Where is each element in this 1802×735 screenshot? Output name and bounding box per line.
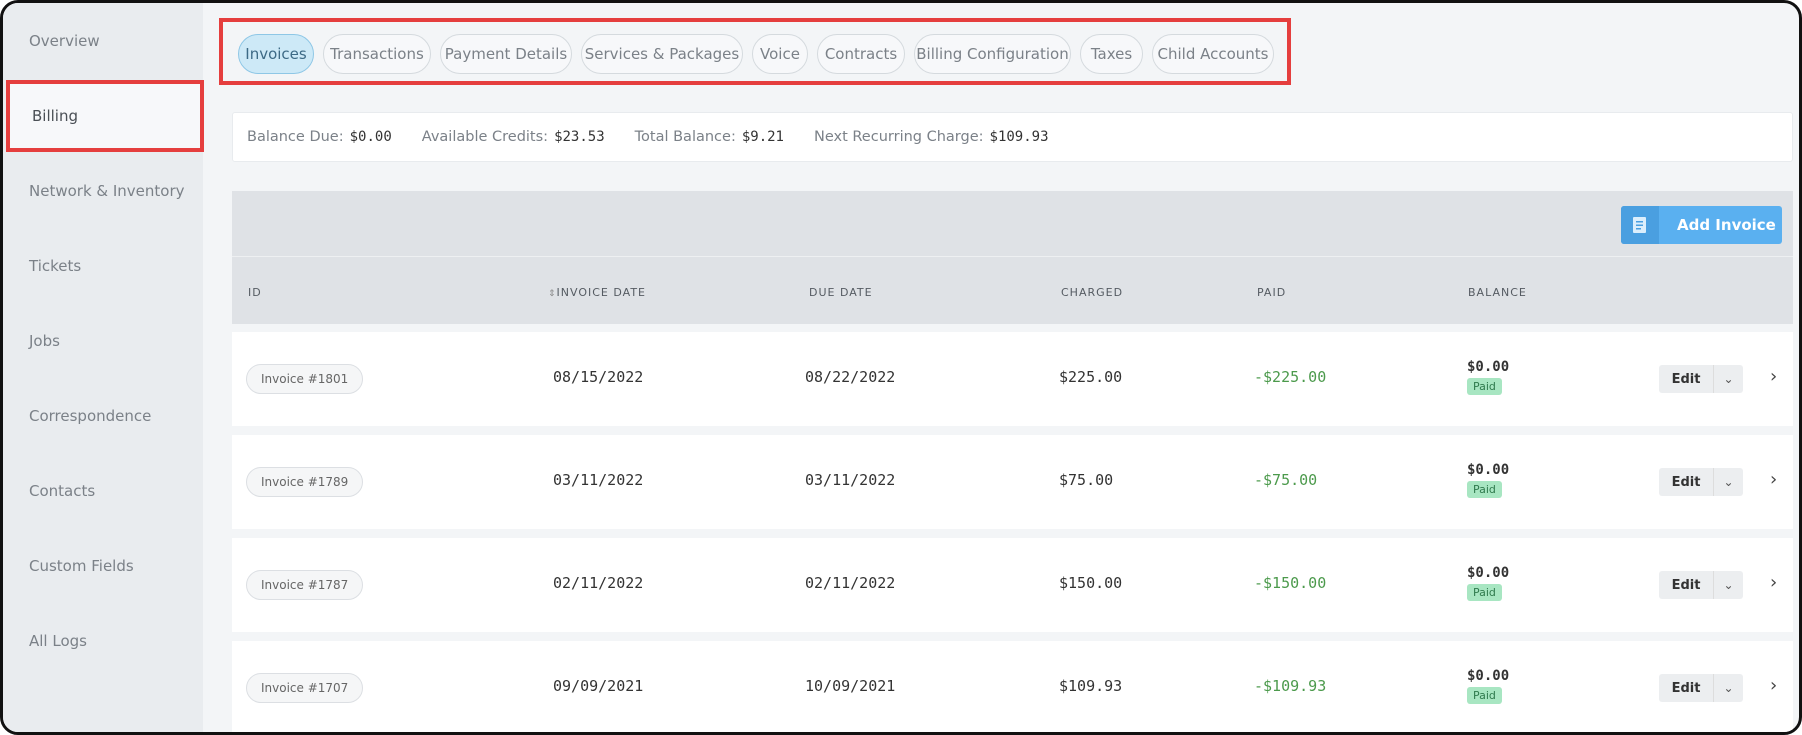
edit-button-group: Edit ⌄ xyxy=(1659,674,1743,702)
column-header-balance[interactable]: BALANCE xyxy=(1468,286,1527,299)
chevron-right-icon[interactable]: › xyxy=(1770,366,1777,387)
sidebar-item-contacts[interactable]: Contacts xyxy=(3,453,203,528)
tab-voice[interactable]: Voice xyxy=(752,34,808,74)
tab-services-packages[interactable]: Services & Packages xyxy=(581,34,743,74)
paid-amount: -$150.00 xyxy=(1254,574,1327,592)
edit-button[interactable]: Edit xyxy=(1659,571,1713,599)
tab-billing-configuration[interactable]: Billing Configuration xyxy=(914,34,1071,74)
balance-amount: $0.00 xyxy=(1467,359,1510,375)
due-date: 02/11/2022 xyxy=(805,574,896,592)
balance-due-value: $0.00 xyxy=(349,129,392,145)
charged-amount: $150.00 xyxy=(1059,574,1123,592)
status-badge: Paid xyxy=(1467,584,1502,601)
chevron-down-icon[interactable]: ⌄ xyxy=(1713,571,1743,599)
invoice-date: 09/09/2021 xyxy=(553,677,644,695)
chevron-right-icon[interactable]: › xyxy=(1770,469,1777,490)
column-header-paid[interactable]: PAID xyxy=(1257,286,1286,299)
sidebar: Overview Billing Network & Inventory Tic… xyxy=(3,3,204,732)
edit-button-group: Edit ⌄ xyxy=(1659,365,1743,393)
total-balance-value: $9.21 xyxy=(741,129,784,145)
add-invoice-button[interactable]: Add Invoice xyxy=(1621,206,1782,244)
next-recurring-label: Next Recurring Charge: xyxy=(814,129,984,145)
invoice-id-pill[interactable]: Invoice #1707 xyxy=(246,673,364,703)
sidebar-item-network-inventory[interactable]: Network & Inventory xyxy=(3,153,203,228)
balance-amount: $0.00 xyxy=(1467,668,1510,684)
balance-cell: $0.00 Paid xyxy=(1467,668,1509,704)
invoice-date: 03/11/2022 xyxy=(553,471,644,489)
balance-due-label: Balance Due: xyxy=(247,129,344,145)
charged-amount: $225.00 xyxy=(1059,368,1123,386)
chevron-right-icon[interactable]: › xyxy=(1770,572,1777,593)
next-recurring-value: $109.93 xyxy=(989,129,1049,145)
table-row[interactable]: Invoice #1789 03/11/2022 03/11/2022 $75.… xyxy=(232,435,1793,529)
tab-transactions[interactable]: Transactions xyxy=(323,34,431,74)
paid-amount: -$75.00 xyxy=(1254,471,1318,489)
sidebar-item-correspondence[interactable]: Correspondence xyxy=(3,378,203,453)
column-header-invoice-date[interactable]: ⇕INVOICE DATE xyxy=(548,286,646,299)
header-divider xyxy=(232,256,1793,257)
paid-amount: -$225.00 xyxy=(1254,368,1327,386)
charged-amount: $109.93 xyxy=(1059,677,1123,695)
sidebar-item-jobs[interactable]: Jobs xyxy=(3,303,203,378)
sort-icon: ⇕ xyxy=(548,289,557,299)
invoice-table-header: Add Invoice ID ⇕INVOICE DATE DUE DATE CH… xyxy=(232,191,1793,324)
tab-contracts[interactable]: Contracts xyxy=(817,34,905,74)
due-date: 10/09/2021 xyxy=(805,677,896,695)
edit-button[interactable]: Edit xyxy=(1659,674,1713,702)
column-header-charged[interactable]: CHARGED xyxy=(1061,286,1123,299)
table-row[interactable]: Invoice #1801 08/15/2022 08/22/2022 $225… xyxy=(232,332,1793,426)
status-badge: Paid xyxy=(1467,378,1502,395)
chevron-down-icon[interactable]: ⌄ xyxy=(1713,365,1743,393)
invoice-date: 08/15/2022 xyxy=(553,368,644,386)
balance-cell: $0.00 Paid xyxy=(1467,359,1509,395)
sidebar-item-all-logs[interactable]: All Logs xyxy=(3,603,203,678)
chevron-down-icon[interactable]: ⌄ xyxy=(1713,468,1743,496)
invoice-date: 02/11/2022 xyxy=(553,574,644,592)
edit-button[interactable]: Edit xyxy=(1659,468,1713,496)
column-header-id[interactable]: ID xyxy=(248,286,262,299)
chevron-right-icon[interactable]: › xyxy=(1770,675,1777,696)
invoice-id-pill[interactable]: Invoice #1801 xyxy=(246,364,364,394)
status-badge: Paid xyxy=(1467,687,1502,704)
invoice-icon xyxy=(1621,206,1659,244)
balance-cell: $0.00 Paid xyxy=(1467,565,1509,601)
edit-button[interactable]: Edit xyxy=(1659,365,1713,393)
balance-cell: $0.00 Paid xyxy=(1467,462,1509,498)
tab-invoices[interactable]: Invoices xyxy=(238,34,314,74)
available-credits-value: $23.53 xyxy=(554,129,605,145)
balance-summary: Balance Due: $0.00 Available Credits: $2… xyxy=(232,112,1793,162)
charged-amount: $75.00 xyxy=(1059,471,1114,489)
sidebar-item-overview[interactable]: Overview xyxy=(3,3,203,78)
invoice-id-pill[interactable]: Invoice #1789 xyxy=(246,467,364,497)
add-invoice-label: Add Invoice xyxy=(1677,216,1776,234)
paid-amount: -$109.93 xyxy=(1254,677,1327,695)
chevron-down-icon[interactable]: ⌄ xyxy=(1713,674,1743,702)
app-window: Overview Billing Network & Inventory Tic… xyxy=(0,0,1802,735)
table-row[interactable]: Invoice #1787 02/11/2022 02/11/2022 $150… xyxy=(232,538,1793,632)
billing-tabs: Invoices Transactions Payment Details Se… xyxy=(219,18,1291,85)
tab-child-accounts[interactable]: Child Accounts xyxy=(1152,34,1274,74)
column-header-due-date[interactable]: DUE DATE xyxy=(809,286,873,299)
sidebar-item-custom-fields[interactable]: Custom Fields xyxy=(3,528,203,603)
status-badge: Paid xyxy=(1467,481,1502,498)
balance-amount: $0.00 xyxy=(1467,462,1510,478)
tab-taxes[interactable]: Taxes xyxy=(1080,34,1143,74)
table-row[interactable]: Invoice #1707 09/09/2021 10/09/2021 $109… xyxy=(232,641,1793,732)
due-date: 08/22/2022 xyxy=(805,368,896,386)
available-credits-label: Available Credits: xyxy=(421,129,549,145)
column-header-invoice-date-label: INVOICE DATE xyxy=(556,286,646,299)
edit-button-group: Edit ⌄ xyxy=(1659,468,1743,496)
edit-button-group: Edit ⌄ xyxy=(1659,571,1743,599)
balance-amount: $0.00 xyxy=(1467,565,1510,581)
tab-payment-details[interactable]: Payment Details xyxy=(440,34,572,74)
invoice-id-pill[interactable]: Invoice #1787 xyxy=(246,570,364,600)
total-balance-label: Total Balance: xyxy=(634,129,736,145)
due-date: 03/11/2022 xyxy=(805,471,896,489)
sidebar-item-tickets[interactable]: Tickets xyxy=(3,228,203,303)
sidebar-item-billing[interactable]: Billing xyxy=(6,80,204,152)
